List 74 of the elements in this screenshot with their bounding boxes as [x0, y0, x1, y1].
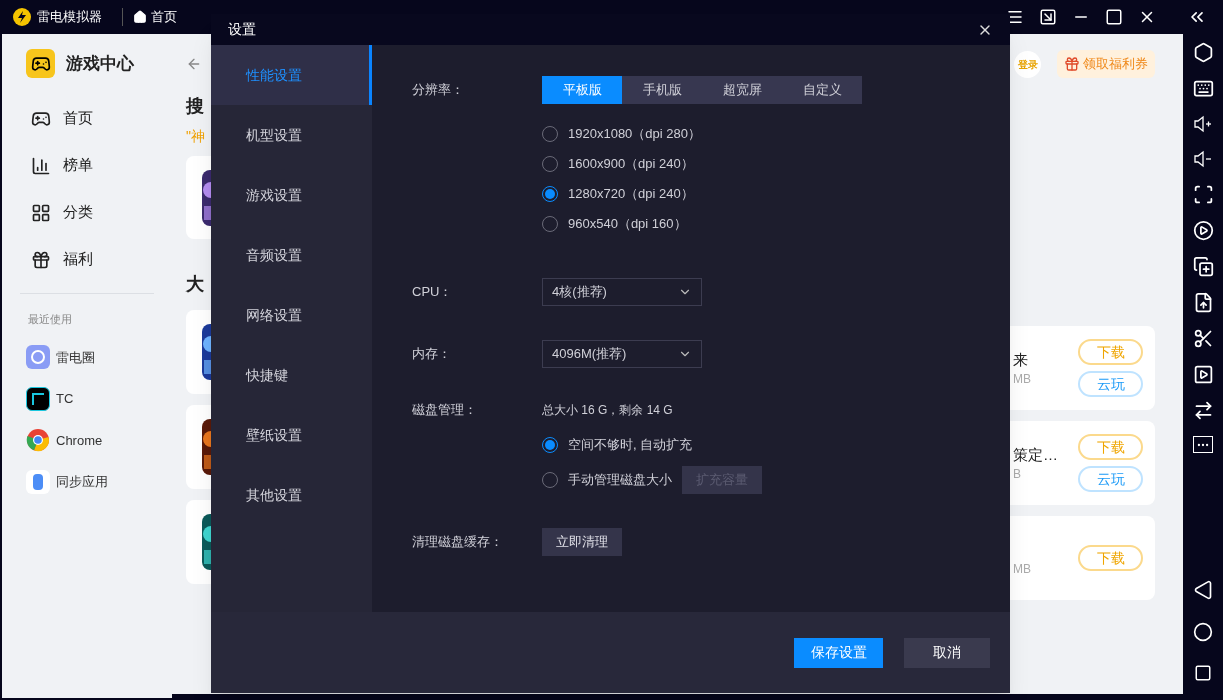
- settings-nav-item[interactable]: 游戏设置: [211, 165, 372, 225]
- menu-icon[interactable]: [1006, 8, 1024, 26]
- volume-up-icon[interactable]: [1193, 114, 1213, 134]
- memory-select[interactable]: 4096M(推荐): [542, 340, 702, 368]
- disk-option[interactable]: 空间不够时, 自动扩充: [542, 434, 693, 455]
- recent-app[interactable]: 雷电圈: [2, 336, 172, 378]
- resolution-tab[interactable]: 手机版: [622, 76, 702, 104]
- sidebar-item[interactable]: 首页: [2, 95, 172, 142]
- settings-nav-item[interactable]: 性能设置: [211, 45, 372, 105]
- sidebar-icon: [31, 202, 51, 223]
- resolution-option[interactable]: 1600x900（dpi 240）: [542, 149, 1010, 179]
- sidebar-item[interactable]: 分类: [2, 189, 172, 236]
- recent-app[interactable]: 同步应用: [2, 461, 172, 503]
- add-window-icon[interactable]: [1192, 256, 1214, 277]
- resolution-tab[interactable]: 自定义: [782, 76, 862, 104]
- settings-nav-item[interactable]: 其他设置: [211, 465, 372, 525]
- sidebar-item[interactable]: 福利: [2, 236, 172, 283]
- settings-nav-item[interactable]: 快捷键: [211, 345, 372, 405]
- field-label: 清理磁盘缓存：: [412, 533, 504, 552]
- sidebar-title: 游戏中心: [66, 52, 134, 75]
- disk-summary: 总大小 16 G，剩余 14 G: [542, 402, 673, 419]
- resolution-option[interactable]: 1280x720（dpi 240）: [542, 179, 1010, 209]
- home-icon[interactable]: [133, 10, 147, 24]
- game-title: 策定…: [1013, 446, 1059, 462]
- section-heading: 搜: [186, 97, 205, 115]
- game-title: 来: [1013, 351, 1029, 367]
- settings-nav-item[interactable]: 壁纸设置: [211, 405, 372, 465]
- dialog-title: 设置: [228, 20, 256, 39]
- game-size: MB: [1013, 372, 1032, 385]
- cancel-button[interactable]: 取消: [904, 637, 990, 668]
- app-icon: [26, 469, 50, 494]
- clear-button[interactable]: 立即清理: [542, 528, 622, 556]
- sidebar-item[interactable]: 榜单: [2, 142, 172, 189]
- scissors-icon[interactable]: [1192, 328, 1214, 349]
- field-label: 内存：: [412, 345, 452, 364]
- app-icon: [26, 386, 50, 411]
- back-icon[interactable]: [1193, 580, 1213, 600]
- maximize-icon[interactable]: [1105, 8, 1123, 26]
- field-label: CPU：: [412, 283, 454, 302]
- home-icon[interactable]: [1193, 622, 1213, 642]
- gamepad-icon: [26, 49, 55, 78]
- cpu-select[interactable]: 4核(推荐): [542, 278, 702, 306]
- video-icon[interactable]: [1192, 364, 1214, 385]
- settings-nav-item[interactable]: 网络设置: [211, 285, 372, 345]
- app-logo-icon: [13, 8, 31, 26]
- more-icon[interactable]: [1193, 436, 1213, 453]
- settings-nav-item[interactable]: 音频设置: [211, 225, 372, 285]
- field-label: 分辨率：: [412, 81, 465, 100]
- settings-nav-item[interactable]: 机型设置: [211, 105, 372, 165]
- gift-icon: [1064, 56, 1080, 72]
- recent-app[interactable]: Chrome: [2, 419, 172, 461]
- section-heading: 大: [186, 275, 205, 293]
- app-title: 雷电模拟器: [37, 8, 102, 27]
- sidebar-icon: [31, 155, 51, 176]
- resolution-tab[interactable]: 超宽屏: [702, 76, 782, 104]
- home-tab[interactable]: 首页: [151, 7, 177, 27]
- hexagon-icon[interactable]: [1192, 42, 1214, 63]
- sidebar-icon: [31, 249, 51, 270]
- keyboard-icon[interactable]: [1192, 78, 1214, 99]
- disk-option[interactable]: 手动管理磁盘大小: [542, 469, 672, 490]
- recent-app[interactable]: TC: [2, 378, 172, 420]
- browser-icon: [26, 428, 50, 453]
- rotate-play-icon[interactable]: [1192, 220, 1214, 241]
- game-size: MB: [1013, 562, 1032, 575]
- recent-heading: 最近使用: [28, 312, 73, 327]
- fullscreen-icon[interactable]: [1192, 184, 1214, 205]
- game-size: B: [1013, 467, 1022, 480]
- resolution-option[interactable]: 960x540（dpi 160）: [542, 209, 1010, 239]
- recents-icon[interactable]: [1194, 664, 1212, 682]
- volume-down-icon[interactable]: [1193, 149, 1213, 169]
- app-icon: [26, 345, 50, 370]
- field-label: 磁盘管理：: [412, 401, 478, 420]
- resize-icon[interactable]: [1039, 8, 1057, 26]
- resolution-option[interactable]: 1920x1080（dpi 280）: [542, 119, 1010, 149]
